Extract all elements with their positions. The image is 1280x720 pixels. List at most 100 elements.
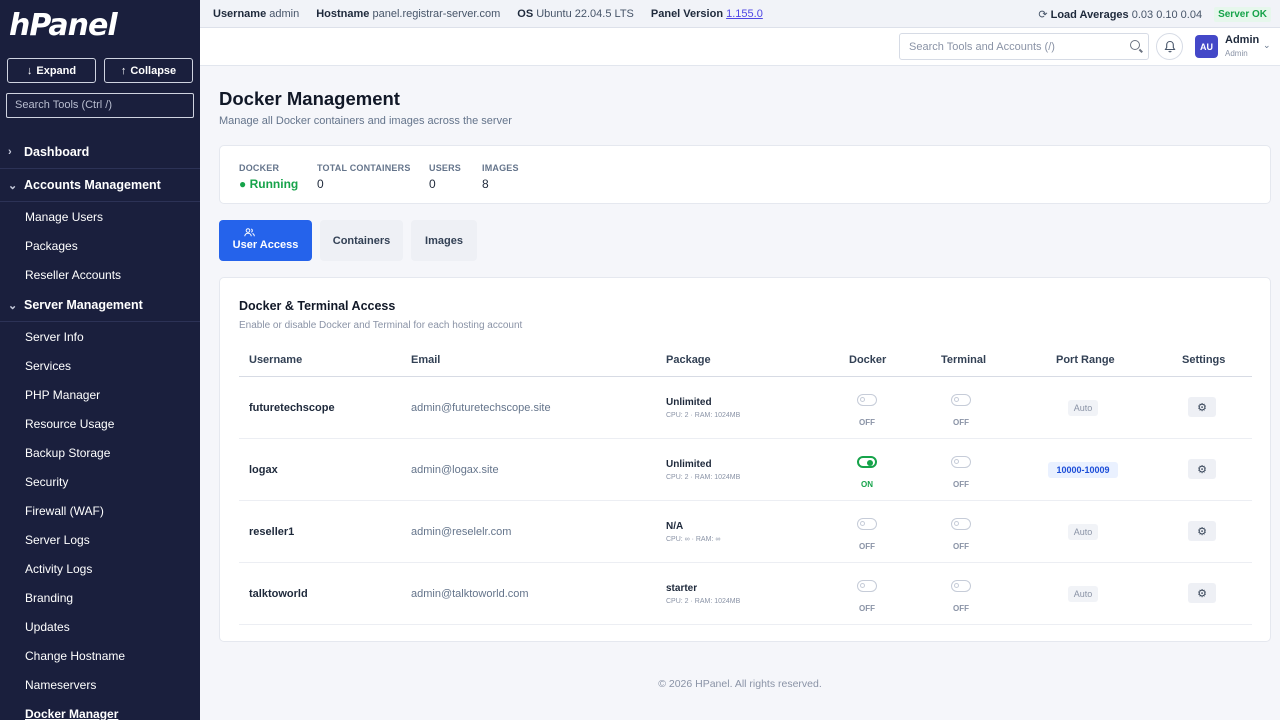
column-header: Docker xyxy=(849,354,887,366)
docker-toggle[interactable] xyxy=(857,518,877,530)
sidebar-item-label: Packages xyxy=(25,238,78,253)
search-icon xyxy=(1130,40,1140,50)
sidebar-section-dashboard[interactable]: › Dashboard xyxy=(0,136,200,169)
table-row: talktoworld admin@talktoworld.com starter C… xyxy=(239,563,1252,625)
sidebar-item-security[interactable]: Security xyxy=(0,467,200,496)
username-cell: reseller1 xyxy=(249,526,295,538)
avatar[interactable]: AU xyxy=(1195,35,1218,58)
port-range-badge: Auto xyxy=(1068,586,1098,602)
tools-search-input[interactable]: Search Tools and Accounts (/) xyxy=(899,33,1149,60)
username-cell: futuretechscope xyxy=(249,402,335,414)
terminal-status-label: OFF xyxy=(953,480,969,489)
sidebar-item-branding[interactable]: Branding xyxy=(0,583,200,612)
sidebar-item-activity-logs[interactable]: Activity Logs xyxy=(0,554,200,583)
package-resources: CPU: 2 · RAM: 1024MB xyxy=(666,474,741,481)
expand-button[interactable]: ↓ Expand xyxy=(7,58,96,83)
package-resources: CPU: ∞ · RAM: ∞ xyxy=(666,536,721,543)
tab-images[interactable]: Images xyxy=(411,220,477,261)
sidebar-section-accounts-management[interactable]: ⌄ Accounts Management xyxy=(0,169,200,202)
sidebar-item-nameservers[interactable]: Nameservers xyxy=(0,670,200,699)
table-row: logax admin@logax.site Unlimited CPU: 2 · R… xyxy=(239,439,1252,501)
sidebar-item-manage-users[interactable]: Manage Users xyxy=(0,202,200,231)
chevron-right-icon: › xyxy=(8,146,12,158)
column-header: Email xyxy=(411,354,441,366)
email-cell: admin@reselelr.com xyxy=(411,526,512,538)
sidebar-item-php-manager[interactable]: PHP Manager xyxy=(0,380,200,409)
docker-toggle[interactable] xyxy=(857,394,877,406)
username-cell: logax xyxy=(249,464,278,476)
docker-status-label: OFF xyxy=(859,604,875,613)
tab-user-access[interactable]: User Access xyxy=(219,220,312,261)
chevron-down-icon: ⌄ xyxy=(8,179,18,192)
toggle-knob xyxy=(954,459,959,464)
user-name[interactable]: Admin xyxy=(1225,34,1259,46)
sidebar-item-updates[interactable]: Updates xyxy=(0,612,200,641)
sidebar-item-services[interactable]: Services xyxy=(0,351,200,380)
users-icon xyxy=(244,228,255,237)
stat-label: USERS xyxy=(429,163,462,173)
terminal-toggle[interactable] xyxy=(951,518,971,530)
port-range-badge: Auto xyxy=(1068,524,1098,540)
sidebar-item-change-hostname[interactable]: Change Hostname xyxy=(0,641,200,670)
terminal-toggle[interactable] xyxy=(951,394,971,406)
sidebar-item-label: PHP Manager xyxy=(25,387,101,402)
chevron-down-icon[interactable]: ⌄ xyxy=(1263,40,1271,51)
settings-button[interactable]: ⚙ xyxy=(1188,521,1216,541)
sidebar-item-docker-manager[interactable]: Docker Manager xyxy=(0,699,200,720)
sidebar-item-label: Updates xyxy=(25,619,70,634)
topbar-hostname: Hostname panel.registrar-server.com xyxy=(316,7,501,20)
sidebar-section-server-management[interactable]: ⌄ Server Management xyxy=(0,289,200,322)
stat-label: IMAGES xyxy=(482,163,519,173)
terminal-status-label: OFF xyxy=(953,604,969,613)
refresh-icon[interactable]: ⟳ xyxy=(1038,9,1047,21)
tab-label: User Access xyxy=(232,239,299,251)
settings-button[interactable]: ⚙ xyxy=(1188,583,1216,603)
terminal-status-label: OFF xyxy=(953,542,969,551)
sidebar-search-input[interactable]: Search Tools (Ctrl /) xyxy=(6,93,194,118)
sidebar-item-label: Branding xyxy=(25,590,74,605)
stat-users: USERS 0 xyxy=(429,163,461,191)
settings-button[interactable]: ⚙ xyxy=(1188,397,1216,417)
docker-toggle[interactable] xyxy=(857,456,877,468)
column-header: Port Range xyxy=(1056,354,1115,366)
package-name: starter xyxy=(666,583,698,594)
notifications-button[interactable] xyxy=(1156,33,1183,60)
card-subtitle: Enable or disable Docker and Terminal fo… xyxy=(239,320,523,331)
sidebar-item-label: Server Logs xyxy=(25,532,90,547)
sidebar-section-label: Server Management xyxy=(24,298,143,312)
package-name: Unlimited xyxy=(666,397,712,408)
card-title: Docker & Terminal Access xyxy=(239,299,396,313)
access-card: Docker & Terminal Access Enable or disab… xyxy=(219,277,1271,642)
stat-docker: DOCKER ● Running xyxy=(239,163,298,191)
sidebar-item-label: Backup Storage xyxy=(25,445,111,460)
column-header: Settings xyxy=(1182,354,1226,366)
terminal-toggle[interactable] xyxy=(951,456,971,468)
stat-value: 0 xyxy=(317,177,324,191)
sidebar-item-reseller-accounts[interactable]: Reseller Accounts xyxy=(0,260,200,289)
sidebar-item-resource-usage[interactable]: Resource Usage xyxy=(0,409,200,438)
sidebar-item-packages[interactable]: Packages xyxy=(0,231,200,260)
sidebar-item-server-info[interactable]: Server Info xyxy=(0,322,200,351)
header: Search Tools and Accounts (/) AU Admin A… xyxy=(200,28,1280,66)
page-title: Docker Management xyxy=(219,88,400,109)
topbar-load-averages: ⟳ Load Averages 0.03 0.10 0.04 xyxy=(1038,8,1203,21)
terminal-toggle[interactable] xyxy=(951,580,971,592)
stat-total-containers: TOTAL CONTAINERS 0 xyxy=(317,163,411,191)
terminal-status-label: OFF xyxy=(953,418,969,427)
tab-containers[interactable]: Containers xyxy=(320,220,403,261)
gear-icon: ⚙ xyxy=(1197,587,1207,600)
docker-status-label: OFF xyxy=(859,418,875,427)
sidebar-item-firewall[interactable]: Firewall (WAF) xyxy=(0,496,200,525)
toggle-knob xyxy=(860,583,865,588)
table-row: reseller1 admin@reselelr.com N/A CPU: ∞ · R… xyxy=(239,501,1252,563)
hpanel-logo[interactable]: hPanel xyxy=(0,0,200,52)
server-info-bar: Username admin Hostname panel.registrar-… xyxy=(200,0,1280,28)
sidebar-item-backup-storage[interactable]: Backup Storage xyxy=(0,438,200,467)
collapse-button[interactable]: ↑ Collapse xyxy=(104,58,193,83)
settings-button[interactable]: ⚙ xyxy=(1188,459,1216,479)
stat-label: DOCKER xyxy=(239,163,280,173)
docker-toggle[interactable] xyxy=(857,580,877,592)
sidebar-item-server-logs[interactable]: Server Logs xyxy=(0,525,200,554)
stat-images: IMAGES 8 xyxy=(482,163,519,191)
panel-version-link[interactable]: 1.155.0 xyxy=(726,8,763,20)
